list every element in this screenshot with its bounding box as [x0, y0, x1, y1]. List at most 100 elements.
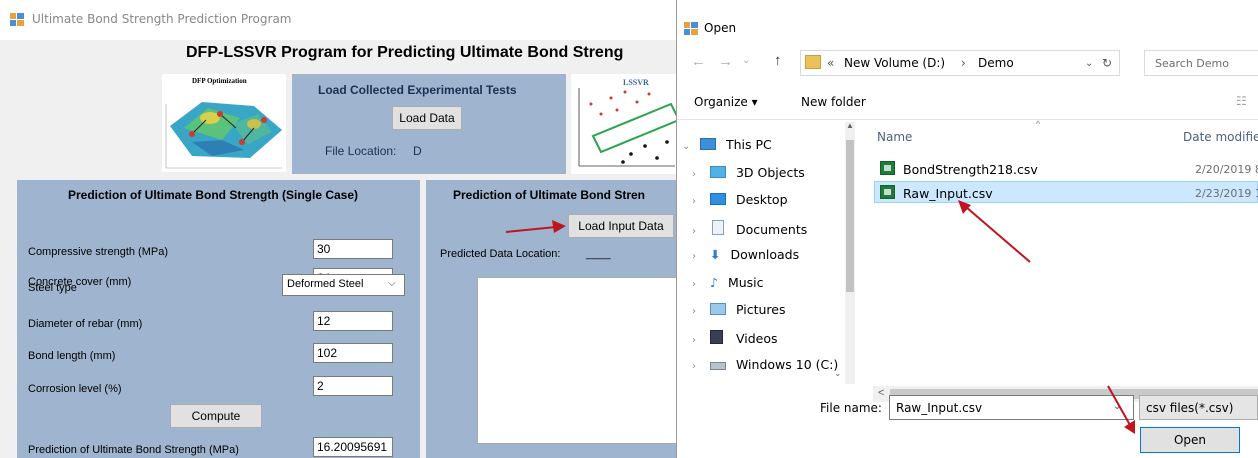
rebar-diameter-input[interactable]: 12 — [313, 311, 393, 331]
expand-chevron-icon[interactable]: › — [692, 226, 706, 237]
pictures-icon — [709, 303, 726, 315]
breadcrumb-folder[interactable]: Demo — [978, 56, 1014, 70]
column-header-name[interactable]: Name — [877, 130, 912, 144]
forward-arrow-icon[interactable]: → — [718, 53, 733, 70]
nav-item-label: Music — [727, 275, 764, 290]
back-arrow-icon[interactable]: ← — [691, 53, 706, 70]
csv-file-icon — [880, 161, 895, 175]
svm-plot-graphic — [578, 88, 680, 167]
nav-item-3d-objects[interactable]: › 3D Objects — [692, 165, 805, 185]
nav-item-label: Pictures — [735, 302, 786, 317]
corrosion-level-input[interactable]: 2 — [313, 376, 393, 396]
up-arrow-icon[interactable]: ↑ — [774, 52, 782, 69]
drive-icon — [709, 362, 726, 370]
music-icon: ♪ — [709, 275, 718, 290]
corrosion-level-label: Corrosion level (%) — [28, 383, 122, 395]
result-value: 16.20095691 — [313, 437, 393, 457]
single-case-heading: Prediction of Ultimate Bond Strength (Si… — [68, 188, 359, 202]
new-folder-button[interactable]: New folder — [801, 95, 866, 109]
lssvr-image: LSSVR — [571, 74, 680, 174]
dfp-optimization-image: DFP Optimization — [162, 74, 286, 172]
expand-chevron-icon[interactable]: › — [692, 279, 706, 290]
nav-item-videos[interactable]: › Videos — [692, 330, 778, 350]
expand-chevron-icon[interactable]: › — [692, 196, 706, 207]
nav-item-label: Downloads — [730, 247, 800, 262]
file-type-dropdown[interactable]: csv files(*.csv) — [1139, 395, 1258, 420]
folder-icon — [805, 55, 821, 69]
document-icon — [711, 220, 724, 235]
steel-type-dropdown[interactable]: Deformed Steel — [282, 274, 405, 296]
nav-item-label: Documents — [735, 222, 808, 237]
toolbar-divider — [677, 119, 1258, 120]
file-name[interactable]: BondStrength218.csv — [903, 162, 1038, 177]
nav-scrollbar-thumb[interactable] — [846, 140, 854, 292]
app-title: Ultimate Bond Strength Prediction Progra… — [32, 12, 292, 26]
dialog-app-icon — [684, 22, 698, 35]
refresh-icon[interactable]: ↻ — [1102, 56, 1112, 70]
compressive-strength-input[interactable]: 30 — [313, 239, 393, 259]
computer-icon — [699, 138, 716, 150]
nav-item-this-pc[interactable]: ⌄ This PC — [682, 137, 772, 157]
expand-chevron-icon[interactable]: › — [692, 251, 706, 262]
app-titlebar: Ultimate Bond Strength Prediction Progra… — [0, 0, 680, 40]
expand-chevron-icon[interactable]: › — [692, 306, 706, 317]
compressive-strength-label: Compressive strength (MPa) — [28, 246, 168, 258]
view-options-icon[interactable]: ☷ — [1236, 94, 1247, 108]
breadcrumb-separator: › — [961, 56, 966, 70]
address-dropdown-icon[interactable]: ⌄ — [1085, 58, 1093, 69]
surface-plot-graphic — [165, 102, 282, 169]
nav-item-windows-drive[interactable]: › Windows 10 (C:) — [692, 357, 838, 377]
expand-chevron-icon[interactable]: › — [692, 169, 706, 180]
sort-ascending-icon: ^ — [1036, 119, 1041, 129]
recent-locations-chevron-icon[interactable]: ⌄ — [742, 55, 750, 66]
column-header-date[interactable]: Date modifie — [1183, 130, 1258, 144]
result-label: Prediction of Ultimate Bond Strength (MP… — [28, 444, 239, 456]
bond-length-label: Bond length (mm) — [28, 350, 116, 362]
scroll-left-icon[interactable]: < — [878, 387, 884, 399]
organize-button[interactable]: Organize ▾ — [694, 95, 758, 109]
nav-item-label: This PC — [725, 137, 772, 152]
nav-item-downloads[interactable]: › ⬇ Downloads — [692, 247, 799, 267]
expand-chevron-icon[interactable]: › — [692, 361, 706, 372]
compute-button[interactable]: Compute — [170, 404, 262, 428]
breadcrumb-drive[interactable]: New Volume (D:) — [844, 56, 945, 70]
file-location-value: D — [413, 144, 422, 158]
load-section-heading: Load Collected Experimental Tests — [318, 83, 517, 97]
file-location-label: File Location: — [325, 144, 397, 158]
file-name-input[interactable]: Raw_Input.csv — [889, 395, 1134, 420]
nav-item-desktop[interactable]: › Desktop — [692, 192, 788, 212]
file-name[interactable]: Raw_Input.csv — [903, 186, 993, 201]
file-date: 2/23/2019 10 — [1195, 187, 1258, 200]
nav-item-label: Windows 10 (C:) — [735, 357, 839, 372]
load-data-button[interactable]: Load Data — [392, 106, 462, 130]
expand-chevron-icon[interactable]: › — [692, 335, 706, 346]
rebar-diameter-label: Diameter of rebar (mm) — [28, 318, 143, 330]
nav-item-pictures[interactable]: › Pictures — [692, 302, 785, 322]
steel-type-label: Steel type — [28, 282, 77, 294]
nav-item-label: 3D Objects — [735, 165, 805, 180]
scroll-up-icon[interactable]: ▲ — [846, 121, 854, 130]
breadcrumb-overflow[interactable]: « — [827, 56, 834, 70]
prediction-output-box[interactable] — [477, 277, 677, 444]
expand-chevron-icon[interactable]: ⌄ — [682, 141, 696, 152]
batch-heading: Prediction of Ultimate Bond Stren — [453, 188, 646, 202]
cube-icon — [709, 166, 726, 178]
predicted-location-label: Predicted Data Location: — [440, 248, 561, 260]
dialog-title: Open — [704, 21, 737, 35]
file-name-label: File name: — [820, 401, 882, 415]
nav-item-documents[interactable]: › Documents — [692, 220, 807, 240]
chevron-down-icon[interactable]: ⌄ — [1113, 401, 1121, 412]
open-button[interactable]: Open — [1140, 427, 1240, 453]
nav-item-label: Videos — [735, 331, 778, 346]
video-icon — [709, 330, 723, 344]
download-icon: ⬇ — [709, 247, 721, 262]
load-input-data-button[interactable]: Load Input Data — [568, 214, 674, 238]
nav-item-music[interactable]: › ♪ Music — [692, 275, 764, 295]
desktop-icon — [709, 193, 726, 205]
app-icon — [10, 13, 24, 26]
chevron-down-icon[interactable]: ⌵ — [388, 278, 396, 289]
nav-item-label: Desktop — [735, 192, 788, 207]
predicted-location-value: ____ — [586, 248, 611, 260]
bond-length-input[interactable]: 102 — [313, 343, 393, 363]
csv-file-icon — [880, 185, 895, 199]
